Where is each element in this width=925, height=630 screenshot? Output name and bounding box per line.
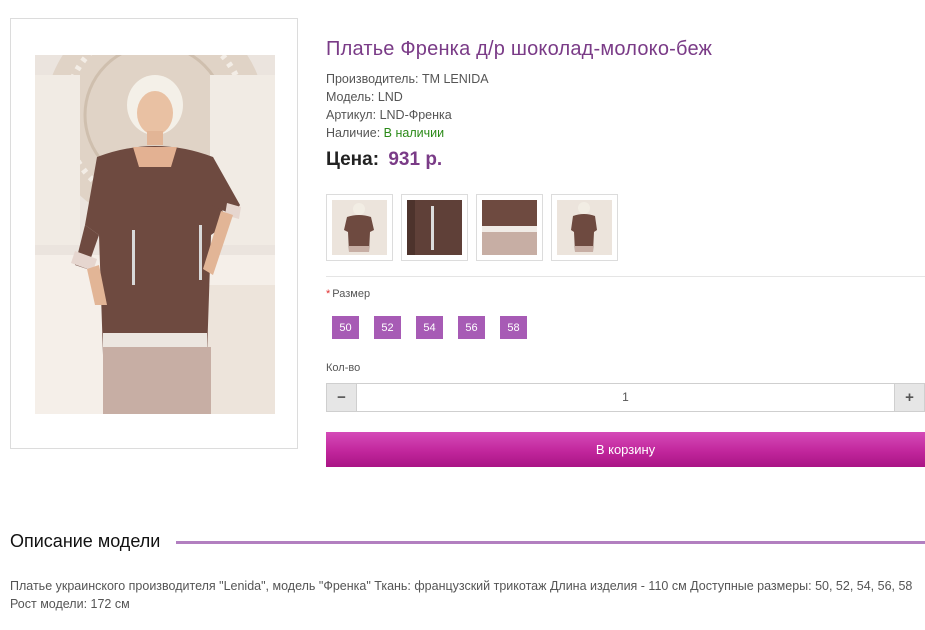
required-mark: * bbox=[326, 288, 331, 300]
add-to-cart-button[interactable]: В корзину bbox=[326, 432, 925, 467]
manufacturer-row: Производитель: TM LENIDA bbox=[326, 70, 489, 88]
model-row: Модель: LND bbox=[326, 88, 489, 106]
price-amount: 931 р. bbox=[388, 149, 443, 170]
price-label: Цена: bbox=[326, 149, 380, 170]
quantity-decrease-button[interactable]: − bbox=[326, 383, 357, 412]
description-divider bbox=[176, 541, 925, 544]
main-image-frame[interactable] bbox=[10, 18, 298, 449]
divider bbox=[326, 276, 925, 277]
quantity-stepper: − 1 + bbox=[326, 383, 925, 412]
sku-label: Артикул: bbox=[326, 108, 377, 122]
quantity-increase-button[interactable]: + bbox=[894, 383, 925, 412]
size-label-text: Размер bbox=[332, 288, 371, 300]
description-text: Платье украинского производителя "Lenida… bbox=[10, 579, 913, 611]
size-option-58[interactable]: 58 bbox=[500, 316, 527, 339]
quantity-label: Кол-во bbox=[326, 362, 361, 374]
dress-front-thumbnail bbox=[332, 200, 387, 255]
dress-back-thumbnail bbox=[557, 200, 612, 255]
model-value: LND bbox=[377, 90, 403, 104]
sku-row: Артикул: LND-Френка bbox=[326, 106, 489, 124]
thumbnail-strip bbox=[326, 194, 618, 261]
thumbnail-4[interactable] bbox=[551, 194, 618, 261]
size-option-52[interactable]: 52 bbox=[374, 316, 401, 339]
size-options: 50 52 54 56 58 bbox=[332, 316, 527, 339]
thumbnail-3[interactable] bbox=[476, 194, 543, 261]
manufacturer-value: TM LENIDA bbox=[421, 72, 489, 86]
dress-zipper-detail-thumbnail bbox=[407, 200, 462, 255]
thumbnail-1[interactable] bbox=[326, 194, 393, 261]
size-option-54[interactable]: 54 bbox=[416, 316, 443, 339]
manufacturer-label: Производитель: bbox=[326, 72, 419, 86]
model-label: Модель: bbox=[326, 90, 375, 104]
product-meta: Производитель: TM LENIDA Модель: LND Арт… bbox=[326, 70, 489, 142]
size-option-56[interactable]: 56 bbox=[458, 316, 485, 339]
main-product-photo[interactable] bbox=[35, 55, 275, 414]
dress-hem-detail-thumbnail bbox=[482, 200, 537, 255]
product-title: Платье Френка д/р шоколад-молоко-беж bbox=[326, 38, 713, 60]
availability-row: Наличие: В наличии bbox=[326, 124, 489, 142]
availability-label: Наличие: bbox=[326, 126, 381, 140]
sku-value: LND-Френка bbox=[379, 108, 452, 122]
size-option-50[interactable]: 50 bbox=[332, 316, 359, 339]
price: Цена: 931 р. bbox=[326, 149, 442, 171]
quantity-input[interactable]: 1 bbox=[357, 383, 894, 412]
availability-status: В наличии bbox=[383, 126, 445, 140]
description-heading: Описание модели bbox=[10, 531, 161, 551]
size-label: * Размер bbox=[326, 288, 370, 300]
thumbnail-2[interactable] bbox=[401, 194, 468, 261]
